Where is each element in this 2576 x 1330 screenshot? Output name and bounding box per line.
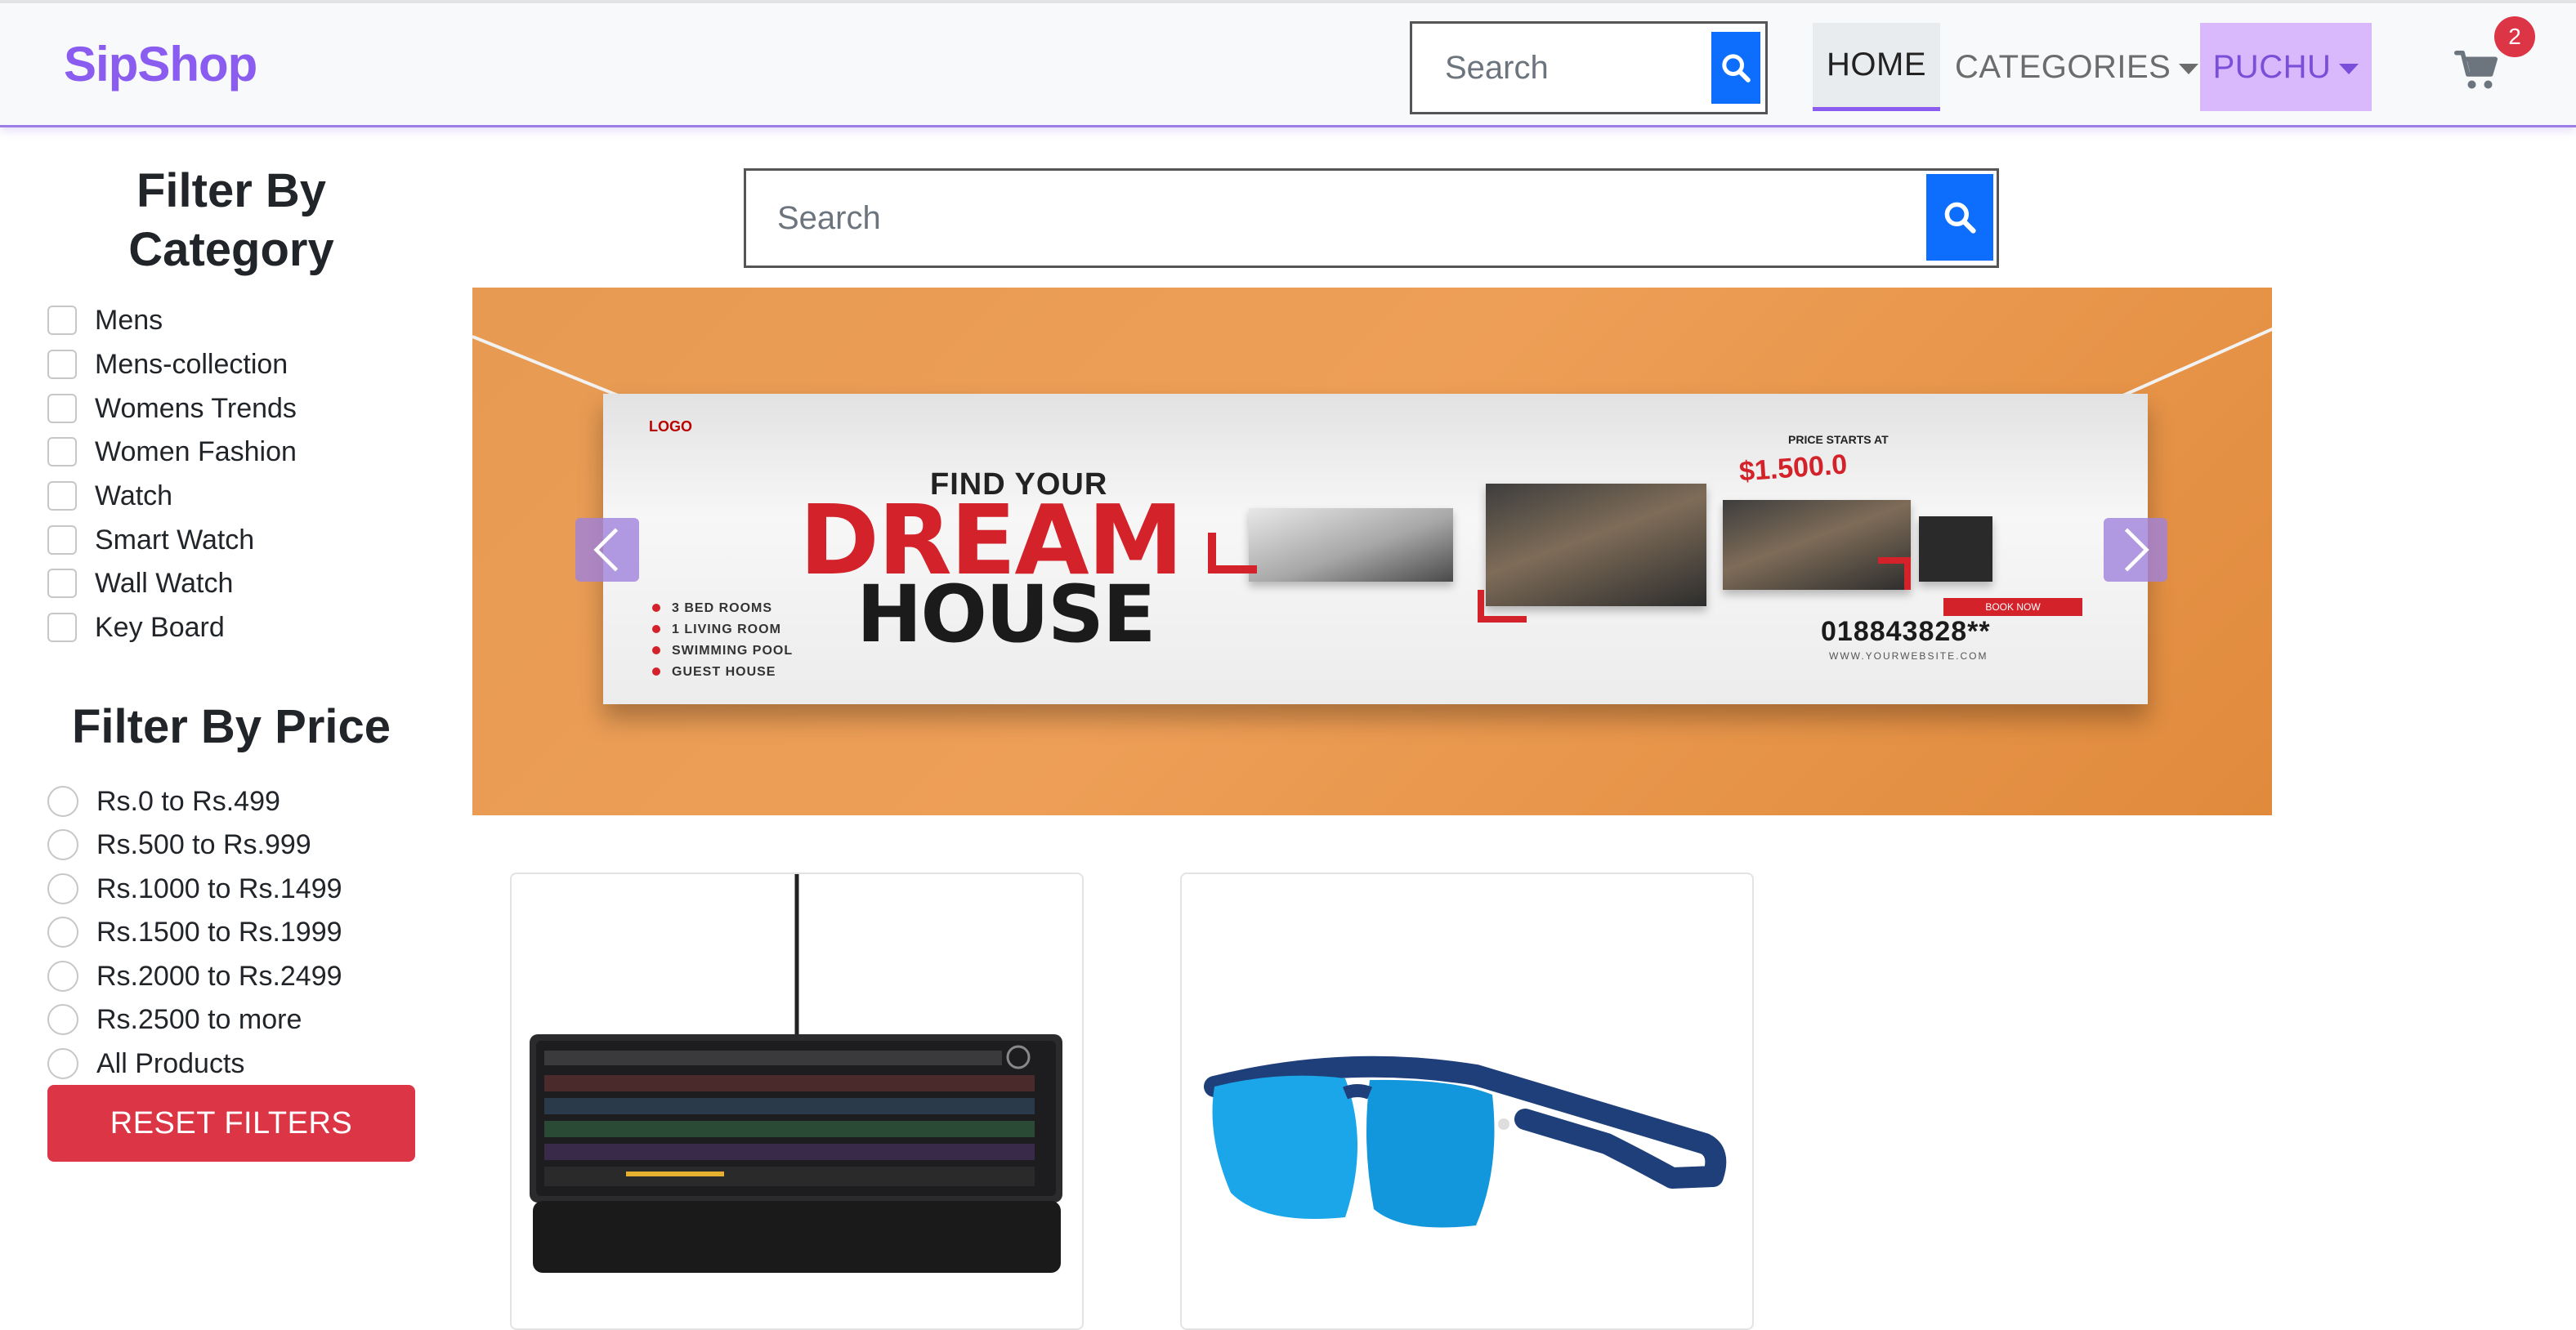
cart-icon — [2454, 51, 2498, 89]
banner-rope — [2122, 327, 2272, 397]
main-search-form — [744, 168, 1999, 268]
navbar-search-form — [1410, 21, 1768, 114]
carousel-next-button[interactable] — [2104, 518, 2167, 582]
main-search-input[interactable] — [746, 171, 1923, 266]
price-radio-0-499[interactable]: Rs.0 to Rs.499 — [47, 782, 280, 821]
radio[interactable] — [47, 917, 78, 948]
checkbox[interactable] — [47, 350, 77, 379]
nav-user-dropdown[interactable]: PUCHU — [2200, 23, 2372, 111]
carousel-prev-button[interactable] — [575, 518, 639, 582]
search-icon — [1944, 202, 1976, 234]
checkbox[interactable] — [47, 569, 77, 598]
category-checkbox-womens-trends[interactable]: Womens Trends — [47, 389, 297, 428]
category-filter-title: Filter By Category — [128, 164, 334, 276]
banner-logo: LOGO — [649, 418, 692, 435]
category-label: Watch — [95, 480, 173, 511]
banner-accent — [1478, 590, 1527, 623]
banner-feature-list: 3 BED ROOMS 1 LIVING ROOM SWIMMING POOL … — [652, 598, 793, 683]
nav-home-link[interactable]: HOME — [1813, 23, 1940, 111]
banner-website: WWW.YOURWEBSITE.COM — [1829, 650, 1988, 662]
price-radio-500-999[interactable]: Rs.500 to Rs.999 — [47, 825, 311, 864]
price-label: All Products — [96, 1047, 245, 1079]
cart-count-badge: 2 — [2494, 16, 2535, 57]
navbar-search-input[interactable] — [1419, 30, 1705, 105]
caret-down-icon — [2339, 63, 2359, 74]
banner-house-photo — [1486, 484, 1706, 606]
banner-feature: 1 LIVING ROOM — [652, 619, 793, 640]
navbar-search-button[interactable] — [1711, 32, 1760, 104]
radio[interactable] — [47, 786, 78, 817]
category-checkbox-wall-watch[interactable]: Wall Watch — [47, 564, 233, 603]
banner-price-caption: PRICE STARTS AT — [1788, 433, 1889, 446]
checkbox[interactable] — [47, 306, 77, 335]
search-icon — [1722, 54, 1751, 83]
chevron-right-icon — [2124, 528, 2149, 572]
product-card[interactable] — [1180, 873, 1754, 1330]
radio[interactable] — [47, 829, 78, 860]
reset-filters-button[interactable]: RESET FILTERS — [47, 1085, 415, 1162]
price-radio-2500-more[interactable]: Rs.2500 to more — [47, 1000, 302, 1039]
banner-accent — [1208, 533, 1257, 574]
price-label: Rs.0 to Rs.499 — [96, 785, 280, 817]
price-filter-title: Filter By Price — [71, 700, 391, 753]
radio[interactable] — [47, 961, 78, 992]
price-label: Rs.1000 to Rs.1499 — [96, 873, 342, 904]
radio[interactable] — [47, 1004, 78, 1035]
caret-down-icon — [2179, 63, 2199, 74]
navbar: SipShop HOME CATEGORIES PUCHU 2 — [0, 0, 2576, 127]
banner-house-text: HOUSE — [856, 569, 1156, 660]
category-label: Womens Trends — [95, 392, 297, 424]
price-label: Rs.2000 to Rs.2499 — [96, 960, 342, 992]
nav-user-label: PUCHU — [2212, 48, 2332, 85]
category-checkbox-women-fashion[interactable]: Women Fashion — [47, 432, 297, 471]
banner-phone: 018843828** — [1821, 616, 1991, 647]
checkbox[interactable] — [47, 437, 77, 466]
banner-accent — [1878, 557, 1911, 590]
category-label: Women Fashion — [95, 435, 297, 467]
category-checkbox-watch[interactable]: Watch — [47, 476, 172, 515]
category-label: Mens — [95, 304, 163, 336]
category-checkbox-mens[interactable]: Mens — [47, 301, 163, 340]
chevron-left-icon — [593, 528, 619, 572]
keyboard-product-image — [530, 874, 1062, 1273]
banner-book-now: BOOK NOW — [1943, 598, 2082, 616]
price-radio-2000-2499[interactable]: Rs.2000 to Rs.2499 — [47, 957, 342, 996]
banner-rope — [472, 335, 625, 399]
brand-logo[interactable]: SipShop — [64, 36, 257, 92]
price-label: Rs.2500 to more — [96, 1003, 302, 1035]
radio[interactable] — [47, 1048, 78, 1079]
category-checkbox-smart-watch[interactable]: Smart Watch — [47, 520, 254, 560]
category-label: Smart Watch — [95, 524, 255, 556]
banner-feature: SWIMMING POOL — [652, 640, 793, 662]
cart-button[interactable] — [2453, 46, 2502, 95]
checkbox[interactable] — [47, 613, 77, 642]
checkbox[interactable] — [47, 394, 77, 423]
category-label: Wall Watch — [95, 567, 234, 599]
category-checkbox-mens-collection[interactable]: Mens-collection — [47, 345, 288, 384]
category-label: Mens-collection — [95, 348, 288, 380]
nav-categories-dropdown[interactable]: CATEGORIES — [1955, 23, 2199, 111]
category-label: Key Board — [95, 611, 225, 643]
price-label: Rs.500 to Rs.999 — [96, 828, 311, 860]
nav-categories-label: CATEGORIES — [1955, 48, 2171, 85]
product-card[interactable] — [510, 873, 1084, 1330]
radio[interactable] — [47, 873, 78, 904]
price-label: Rs.1500 to Rs.1999 — [96, 916, 342, 948]
category-checkbox-key-board[interactable]: Key Board — [47, 608, 225, 647]
banner-image: LOGO FIND YOUR DREAM HOUSE 3 BED ROOMS 1… — [603, 394, 2148, 704]
banner-feature: GUEST HOUSE — [652, 662, 793, 683]
sunglasses-product-image — [1204, 1056, 1727, 1228]
checkbox[interactable] — [47, 481, 77, 511]
main-search-button[interactable] — [1926, 174, 1993, 261]
banner-carousel: LOGO FIND YOUR DREAM HOUSE 3 BED ROOMS 1… — [472, 288, 2272, 815]
banner-house-photo — [1249, 508, 1453, 582]
banner-feature: 3 BED ROOMS — [652, 598, 793, 619]
price-radio-all-products[interactable]: All Products — [47, 1044, 244, 1083]
banner-price: $1.500.0 — [1737, 449, 1849, 488]
banner-house-photo — [1919, 516, 1992, 582]
checkbox[interactable] — [47, 525, 77, 555]
price-radio-1500-1999[interactable]: Rs.1500 to Rs.1999 — [47, 913, 342, 952]
price-radio-1000-1499[interactable]: Rs.1000 to Rs.1499 — [47, 869, 342, 908]
